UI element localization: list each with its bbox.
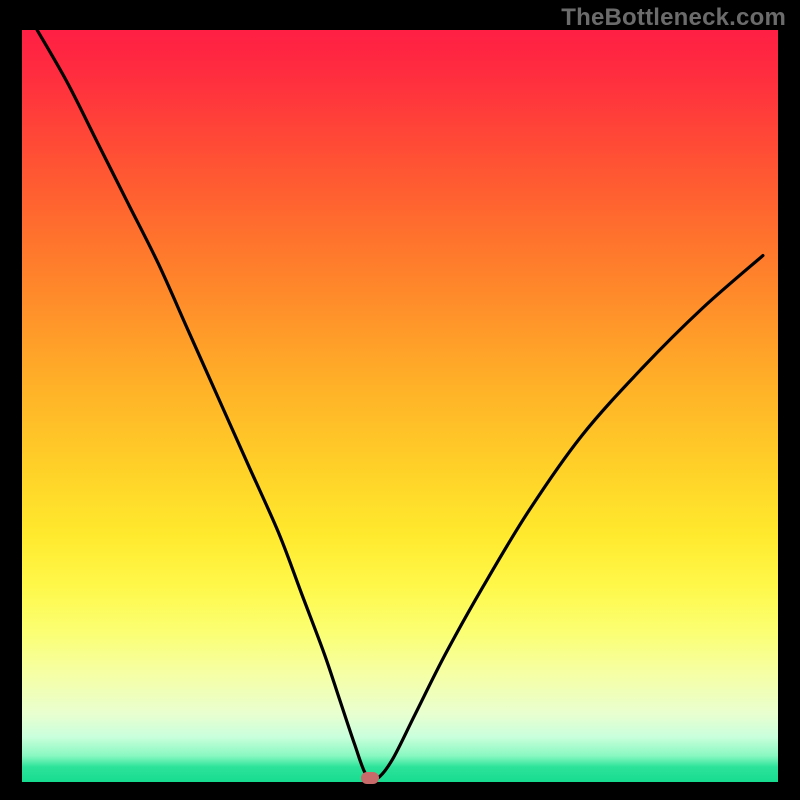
chart-frame: TheBottleneck.com bbox=[0, 0, 800, 800]
bottleneck-curve-svg bbox=[22, 30, 778, 782]
watermark-text: TheBottleneck.com bbox=[561, 4, 786, 32]
bottleneck-curve-path bbox=[37, 30, 763, 780]
optimal-point-marker bbox=[361, 772, 379, 784]
